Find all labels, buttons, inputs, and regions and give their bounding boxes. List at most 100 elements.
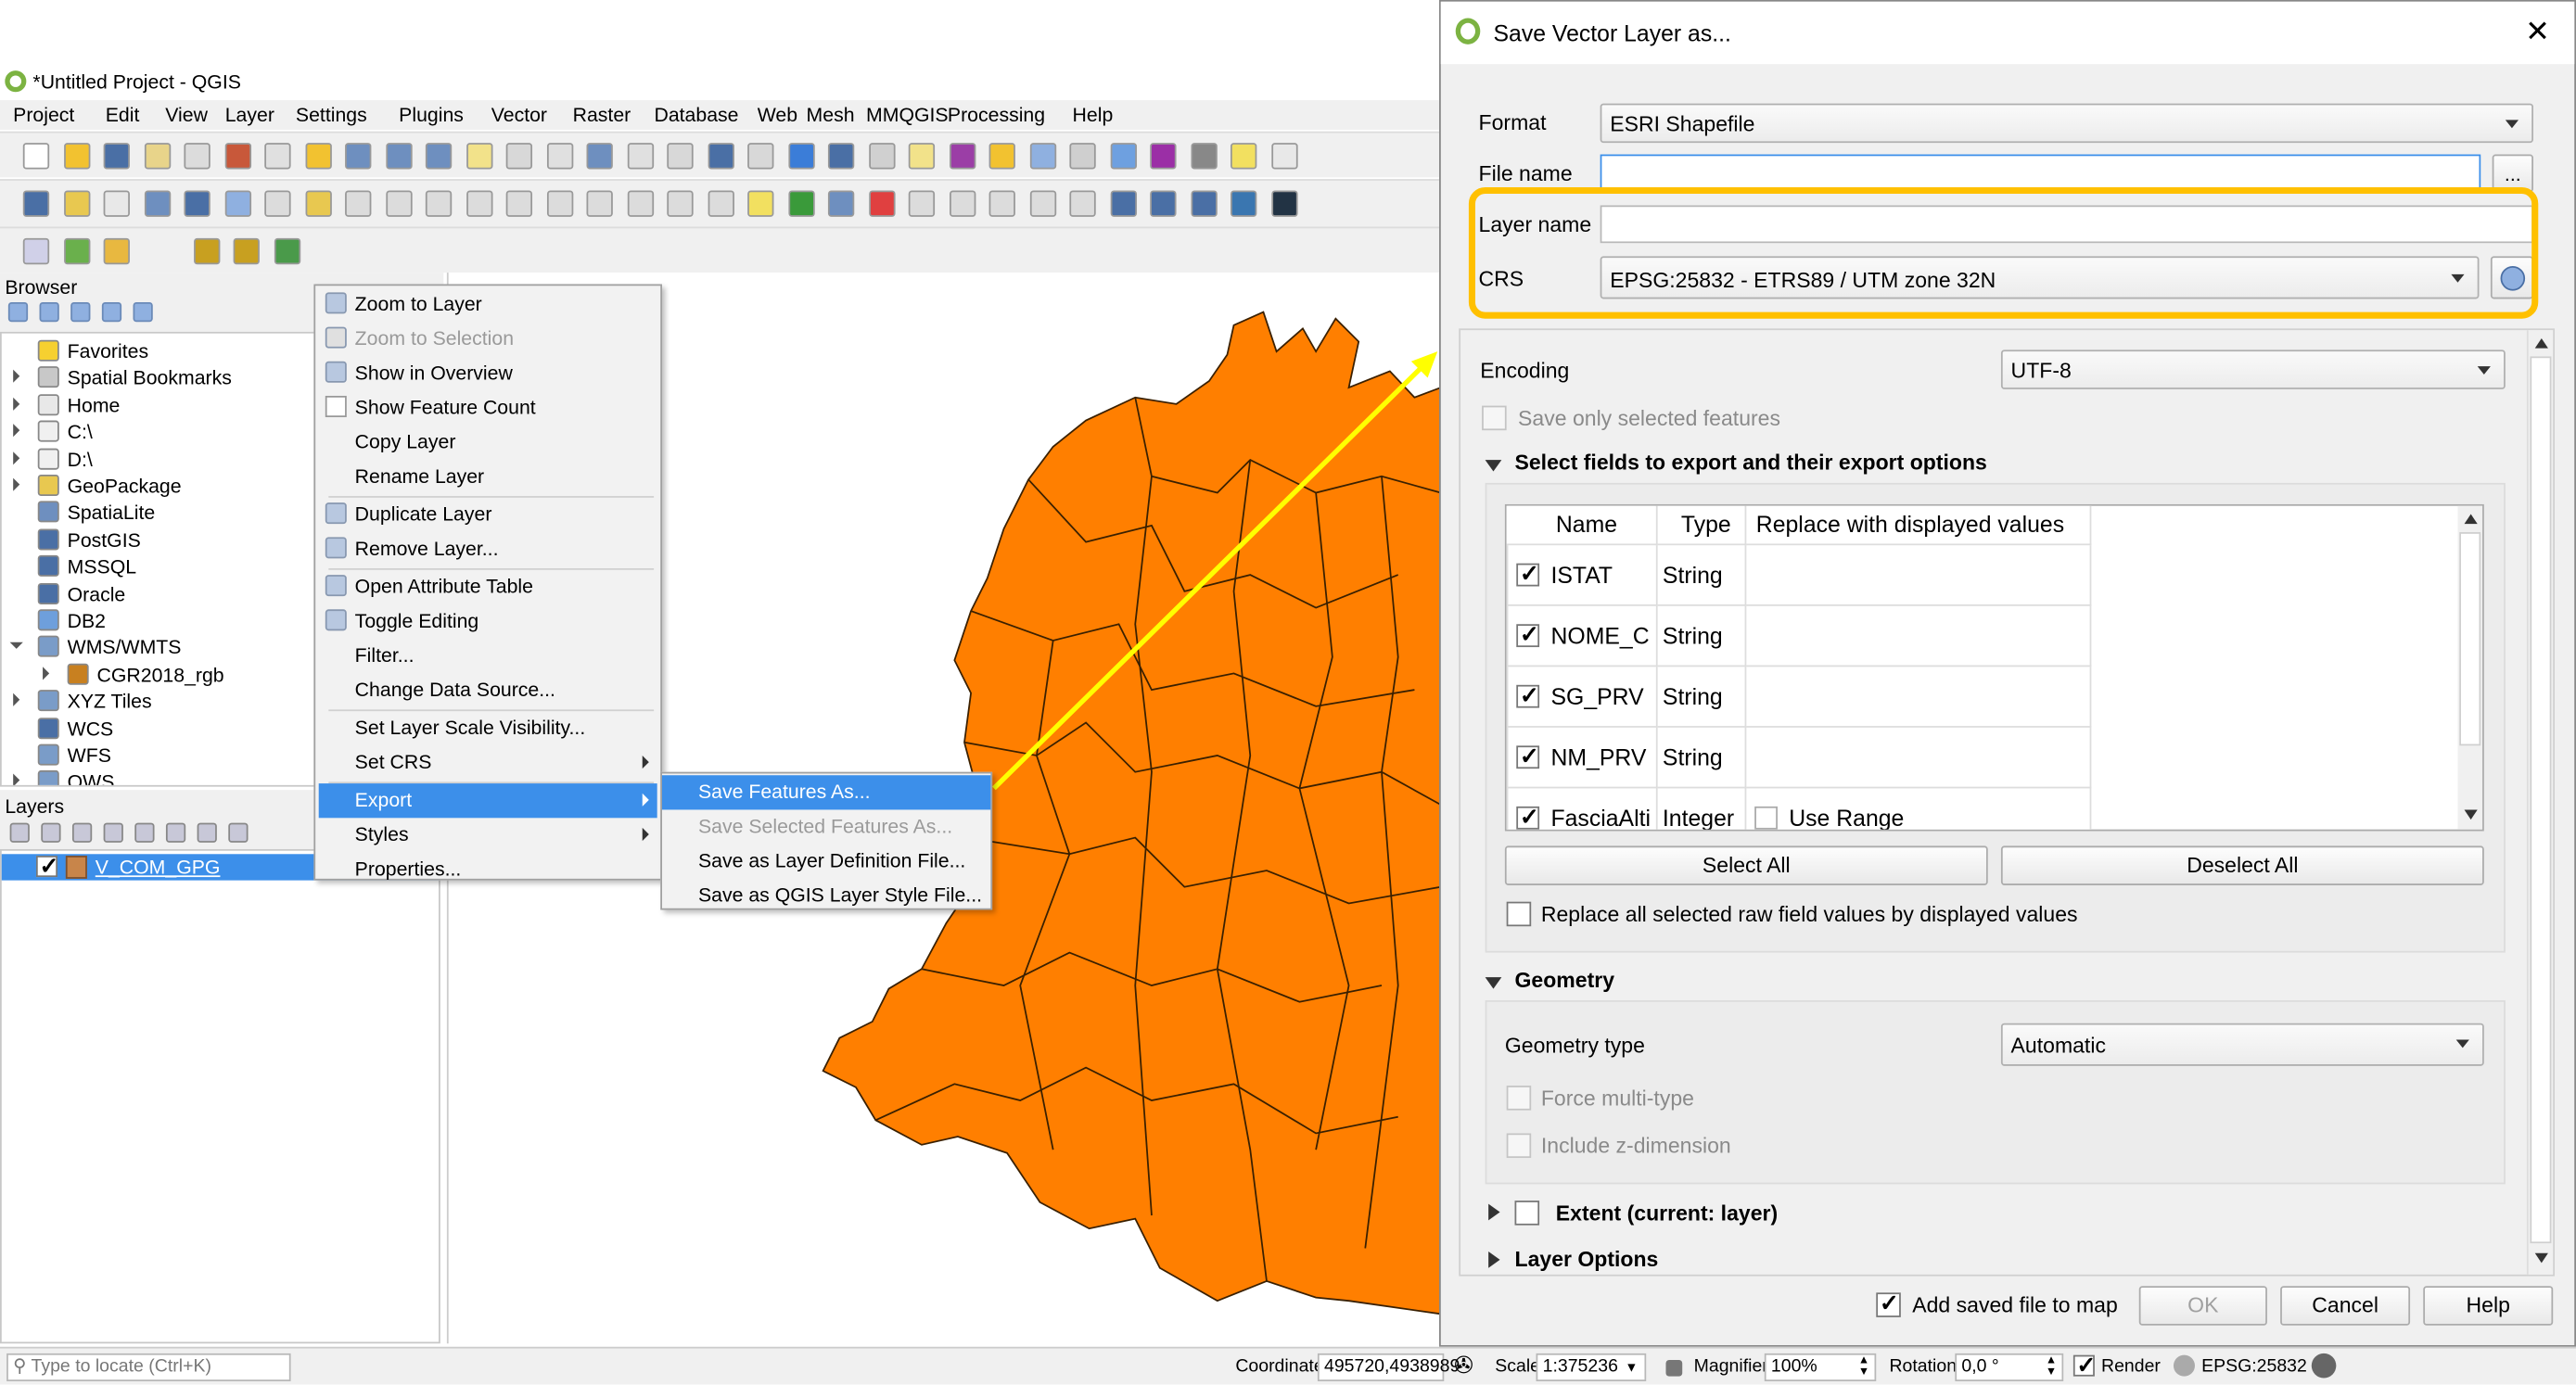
table-row[interactable]: ISTAT String (1506, 542, 2092, 605)
select-by-expression-icon[interactable] (949, 143, 976, 170)
filter-legend-icon[interactable] (103, 822, 123, 843)
new-bookmark-icon[interactable] (707, 143, 734, 170)
scale-select[interactable]: 1:375236 ▼ (1536, 1353, 1647, 1381)
scroll-down-icon[interactable] (2464, 809, 2478, 820)
menu-raster[interactable]: Raster (573, 104, 631, 127)
wms-search-icon[interactable] (1150, 190, 1177, 217)
field-checkbox[interactable] (1516, 620, 1540, 648)
globe-icon[interactable] (2173, 1354, 2195, 1377)
help-button[interactable]: Help (2423, 1286, 2554, 1326)
zoom-to-selection-icon[interactable] (465, 143, 492, 170)
geometry-type-select[interactable]: Automatic (2000, 1023, 2484, 1066)
globe-icon[interactable] (1270, 190, 1297, 217)
zoom-in-icon[interactable] (345, 143, 372, 170)
toggle-editing-icon[interactable] (304, 190, 331, 217)
rotate-label-icon[interactable] (949, 190, 976, 217)
modify-attributes-icon[interactable] (465, 190, 492, 217)
menu-item-remove-layer[interactable]: Remove Layer... (319, 532, 657, 566)
toggle-extents-icon[interactable]: ✇ (1454, 1352, 1473, 1379)
menu-layer[interactable]: Layer (225, 104, 274, 127)
new-virtual-layer-icon[interactable] (223, 190, 251, 217)
expand-all-icon[interactable] (165, 822, 186, 843)
magnifier-input[interactable]: 100% ▲ ▼ (1764, 1353, 1877, 1381)
pan-to-selection-icon[interactable] (304, 143, 331, 170)
select-features-icon[interactable] (908, 143, 936, 170)
menu-item-show-in-overview[interactable]: Show in Overview (319, 356, 657, 390)
zoom-full-icon[interactable] (425, 143, 453, 170)
expand-arrow-icon[interactable] (13, 692, 20, 707)
table-row[interactable]: NOME_CString (1506, 604, 2092, 667)
collapse-icon[interactable] (1485, 460, 1502, 472)
use-range-checkbox[interactable] (1754, 806, 1778, 829)
style-panel-icon[interactable] (9, 822, 30, 843)
paste-features-icon[interactable] (626, 190, 654, 217)
label-properties-icon[interactable] (1069, 190, 1096, 217)
new-temporary-layer-icon[interactable] (184, 190, 210, 217)
label-tool-icon[interactable] (747, 190, 774, 217)
menu-item-set-layer-scale-visibility[interactable]: Set Layer Scale Visibility... (319, 711, 657, 745)
menu-item-zoom-to-selection[interactable]: Zoom to Selection (319, 322, 657, 356)
diagram-icon[interactable] (787, 190, 814, 217)
force-multi-checkbox[interactable] (1506, 1086, 1532, 1111)
field-checkbox[interactable] (1516, 742, 1540, 769)
menu-mesh[interactable]: Mesh (807, 104, 855, 127)
manage-visibility-icon[interactable] (71, 822, 93, 843)
locate-search-input[interactable]: ⚲ Type to locate (Ctrl+K) (6, 1353, 291, 1381)
spinner-icon[interactable]: ▲ ▼ (1858, 1355, 1869, 1379)
refresh-icon[interactable] (787, 143, 814, 170)
text-annotation-icon[interactable] (1270, 143, 1297, 170)
select-all-button[interactable]: Select All (1504, 845, 1988, 885)
new-geopackage-icon[interactable] (63, 190, 90, 217)
map-tips-icon[interactable] (1231, 143, 1257, 170)
replace-cell[interactable]: Use Range (1744, 785, 2092, 830)
field-calculator-icon[interactable] (1069, 143, 1096, 170)
extent-checkbox[interactable] (1514, 1201, 1540, 1226)
identify-icon[interactable] (827, 143, 855, 170)
submenu-item-save-as-qgis-layer-style-file[interactable]: Save as QGIS Layer Style File... (662, 879, 990, 913)
table-row[interactable]: NM_PRV String (1506, 725, 2092, 788)
menu-vector[interactable]: Vector (491, 104, 547, 127)
replace-cell[interactable] (1744, 604, 2092, 667)
layer-options-section-title[interactable]: Layer Options (1515, 1248, 1659, 1271)
deselect-all-button[interactable]: Deselect All (2000, 845, 2484, 885)
cancel-button[interactable]: Cancel (2280, 1286, 2411, 1326)
menu-project[interactable]: Project (13, 104, 74, 127)
pin-labels-icon[interactable] (827, 190, 855, 217)
data-source-manager-icon[interactable] (22, 190, 50, 217)
layer-visibility-checkbox[interactable] (35, 853, 58, 881)
quick-map-services-icon[interactable] (63, 237, 90, 265)
scroll-thumb[interactable] (2530, 356, 2552, 1244)
open-project-icon[interactable] (63, 143, 90, 170)
copy-features-icon[interactable] (586, 190, 613, 217)
zoom-native-icon[interactable] (546, 143, 573, 170)
undo-icon[interactable] (667, 190, 694, 217)
attribute-table-icon[interactable] (1028, 143, 1056, 170)
save-selected-checkbox[interactable] (1482, 405, 1507, 431)
expand-icon[interactable] (1488, 1203, 1500, 1221)
menu-processing[interactable]: Processing (948, 104, 1045, 127)
scroll-down-icon[interactable] (2534, 1252, 2548, 1264)
style-manager-icon[interactable] (223, 143, 251, 170)
menu-item-copy-layer[interactable]: Copy Layer (319, 426, 657, 460)
menu-item-change-data-source[interactable]: Change Data Source... (319, 673, 657, 707)
replace-cell[interactable] (1744, 664, 2092, 727)
deselect-icon[interactable] (988, 143, 1015, 170)
close-icon[interactable]: ✕ (2525, 15, 2550, 47)
replace-cell[interactable] (1744, 725, 2092, 788)
field-checkbox[interactable] (1516, 802, 1540, 830)
menu-item-toggle-editing[interactable]: Toggle Editing (319, 604, 657, 639)
remove-layer-icon[interactable] (228, 822, 249, 843)
menu-item-duplicate-layer[interactable]: Duplicate Layer (319, 498, 657, 532)
menu-item-properties[interactable]: Properties... (319, 853, 657, 887)
lock-scale-icon[interactable] (1665, 1359, 1683, 1377)
encoding-select[interactable]: UTF-8 (2000, 349, 2506, 389)
include-z-checkbox[interactable] (1506, 1133, 1532, 1159)
geocode-icon[interactable] (1190, 190, 1217, 217)
zoom-last-icon[interactable] (586, 143, 613, 170)
zoom-next-icon[interactable] (626, 143, 654, 170)
field-checkbox[interactable] (1516, 680, 1540, 708)
save-as-icon[interactable] (144, 143, 171, 170)
zoom-out-icon[interactable] (385, 143, 412, 170)
print-layout-icon[interactable] (184, 143, 210, 170)
cut-features-icon[interactable] (546, 190, 573, 217)
